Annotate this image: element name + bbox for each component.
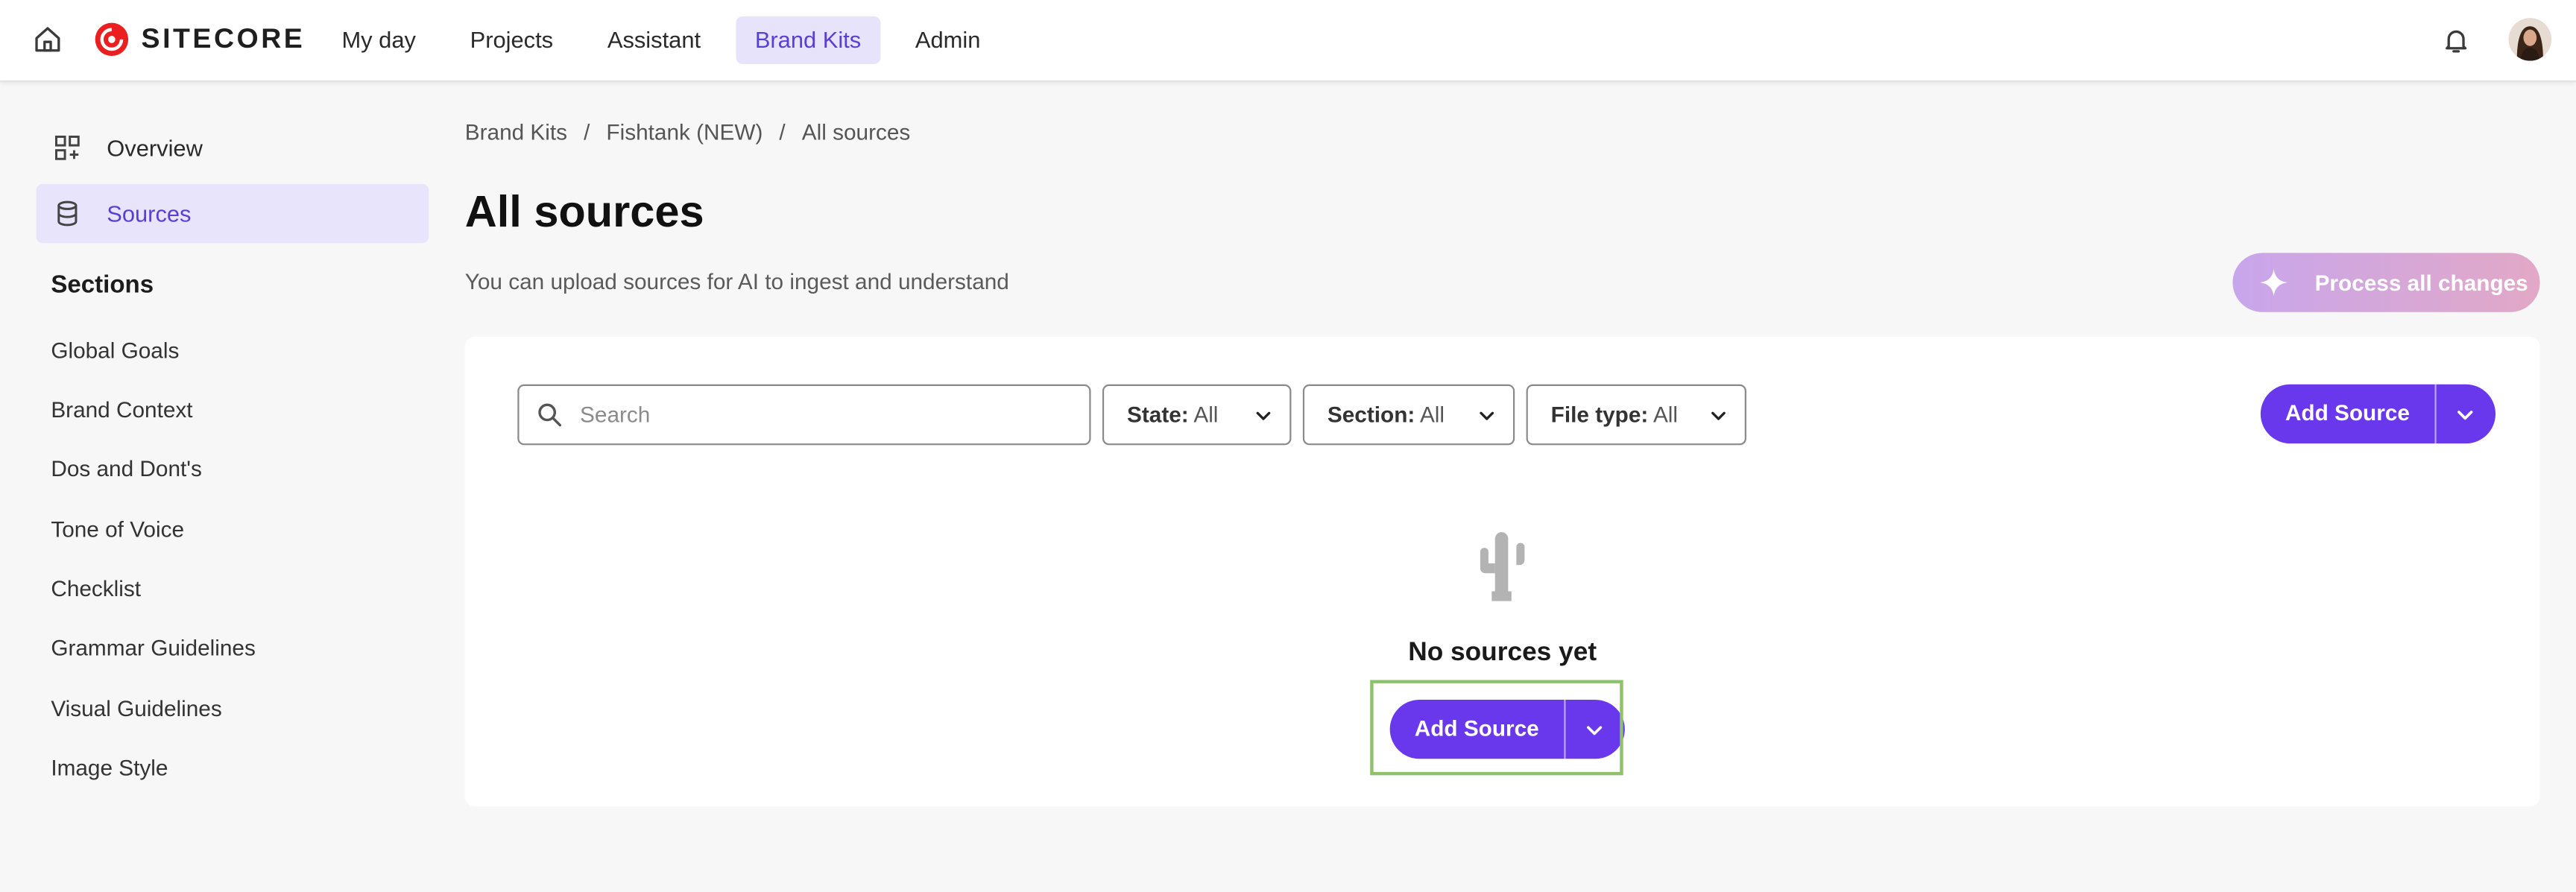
search-icon [538, 403, 562, 427]
section-item-dos-and-donts[interactable]: Dos and Dont's [51, 457, 202, 481]
database-icon [57, 200, 78, 227]
user-avatar-icon [2508, 18, 2551, 61]
filter-key: State: [1127, 402, 1189, 428]
section-item-global-goals[interactable]: Global Goals [51, 338, 179, 363]
breadcrumb-separator: / [584, 119, 590, 145]
breadcrumb-brand-kits[interactable]: Brand Kits [465, 120, 567, 145]
breadcrumb-separator: / [779, 119, 786, 145]
breadcrumb: Brand Kits / Fishtank (NEW) / All source… [465, 120, 911, 145]
file-type-filter-dropdown[interactable]: File type: All [1526, 384, 1746, 446]
empty-state-add-source-menu-toggle[interactable] [1565, 700, 1624, 759]
section-item-visual-guidelines[interactable]: Visual Guidelines [51, 697, 221, 721]
nav-item-assistant[interactable]: Assistant [587, 16, 720, 64]
add-source-split-button: Add Source [2260, 384, 2496, 444]
nav-item-my-day[interactable]: My day [322, 16, 435, 64]
search-input[interactable]: Search [517, 384, 1091, 446]
empty-state-add-source-split-button: Add Source [1389, 699, 1625, 759]
section-item-checklist[interactable]: Checklist [51, 577, 141, 601]
bell-icon[interactable] [2441, 25, 2471, 56]
page-title: All sources [464, 187, 704, 237]
breadcrumb-fishtank[interactable]: Fishtank (NEW) [606, 120, 763, 145]
section-item-image-style[interactable]: Image Style [51, 756, 168, 780]
nav-item-brand-kits[interactable]: Brand Kits [735, 16, 881, 64]
breadcrumb-current: All sources [801, 119, 911, 145]
filter-value: All [1193, 402, 1219, 428]
add-source-menu-toggle[interactable] [2436, 385, 2495, 443]
chevron-down-icon [1256, 411, 1271, 420]
empty-state-title: No sources yet [1408, 639, 1597, 667]
section-item-brand-context[interactable]: Brand Context [51, 397, 192, 422]
avatar[interactable] [2508, 18, 2551, 61]
nav-item-admin[interactable]: Admin [895, 16, 1000, 64]
empty-state-add-source-button[interactable]: Add Source [1390, 700, 1564, 759]
brand-name: SITECORE [141, 22, 306, 54]
sections-heading: Sections [51, 271, 154, 300]
page-subtitle: You can upload sources for AI to ingest … [464, 269, 1009, 294]
filter-key: File type: [1550, 402, 1649, 428]
search-placeholder: Search [580, 402, 651, 428]
section-item-grammar-guidelines[interactable]: Grammar Guidelines [51, 636, 256, 660]
process-all-changes-label: Process all changes [2314, 270, 2528, 295]
main-navigation: My day Projects Assistant Brand Kits Adm… [322, 16, 1015, 64]
overview-grid-icon [55, 136, 80, 160]
sidebar-item-overview[interactable]: Overview [36, 118, 429, 177]
sitecore-logo[interactable]: SITECORE [94, 19, 306, 59]
cactus-icon [1480, 532, 1525, 601]
sidebar-item-sources[interactable]: Sources [36, 183, 429, 244]
chevron-down-icon [2457, 410, 2473, 419]
state-filter-dropdown[interactable]: State: All [1102, 384, 1292, 446]
section-filter-dropdown[interactable]: Section: All [1302, 384, 1515, 446]
chevron-down-icon [1480, 411, 1494, 420]
sidebar-item-label: Sources [107, 200, 192, 227]
sources-card: Search State: All Section: All File type… [464, 336, 2540, 807]
sitecore-logo-icon [95, 22, 129, 57]
process-all-changes-button[interactable]: Process all changes [2232, 253, 2540, 312]
add-source-button[interactable]: Add Source [2261, 385, 2434, 443]
chevron-down-icon [1711, 411, 1726, 420]
sparkle-icon [2260, 268, 2288, 297]
filter-value: All [1419, 402, 1445, 428]
chevron-down-icon [1587, 725, 1603, 735]
top-navigation-bar: SITECORE My day Projects Assistant Brand… [0, 0, 2576, 83]
sidebar-item-label: Overview [107, 134, 203, 162]
home-icon[interactable] [33, 25, 63, 54]
filter-key: Section: [1327, 402, 1415, 428]
filter-value: All [1652, 402, 1679, 428]
section-item-tone-of-voice[interactable]: Tone of Voice [51, 517, 184, 542]
nav-item-projects[interactable]: Projects [450, 16, 572, 64]
